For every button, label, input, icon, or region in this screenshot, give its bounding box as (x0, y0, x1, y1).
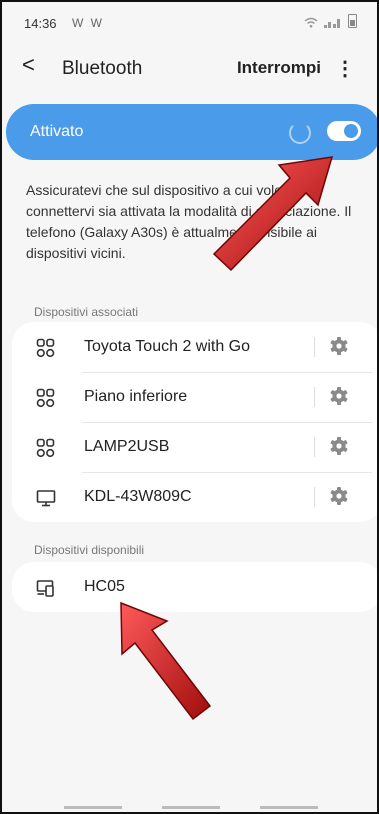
annotation-arrows (120, 156, 334, 721)
phone-screen: 14:36 W W < Bluetooth Interrompi ⋮ Attiv… (0, 0, 379, 814)
red-arrow-icon (212, 156, 334, 272)
red-arrow-icon (120, 601, 212, 721)
